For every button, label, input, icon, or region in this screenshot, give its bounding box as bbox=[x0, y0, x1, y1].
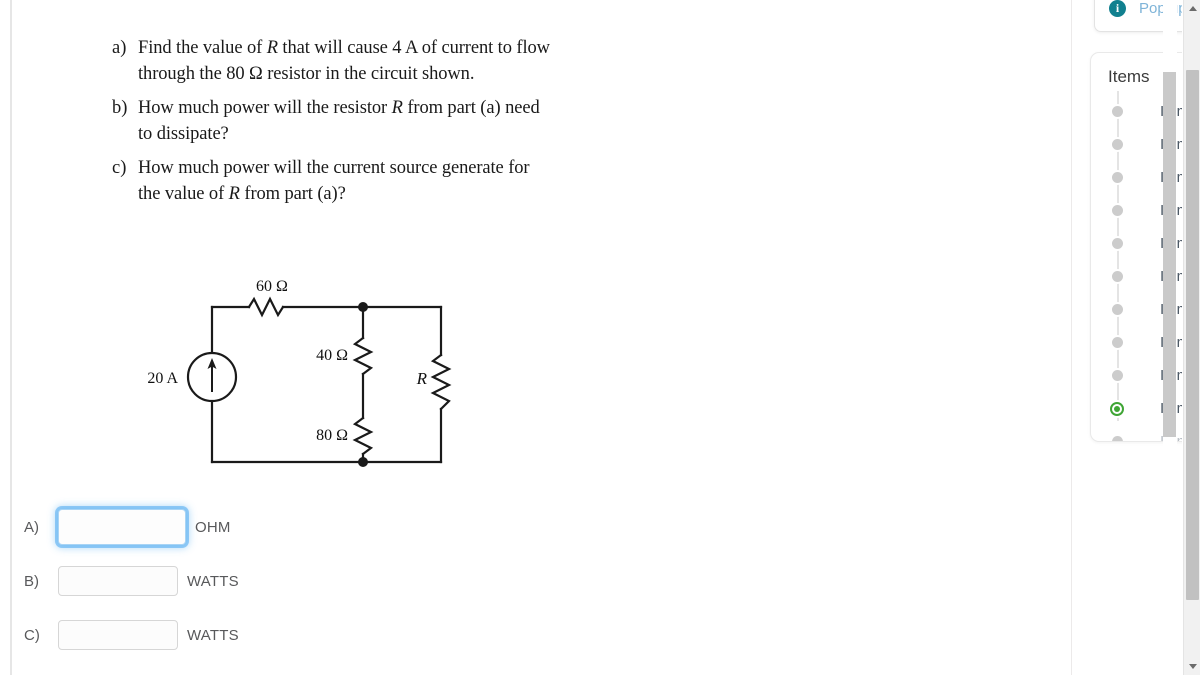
left-edge-divider bbox=[10, 0, 12, 675]
page-root: a) Find the value of R that will cause 4… bbox=[0, 0, 1200, 675]
answer-fields: A) OHM B) WATTS C) WATTS bbox=[24, 500, 444, 662]
question-label-a: a) bbox=[112, 38, 127, 58]
node-dot-top bbox=[358, 302, 368, 312]
item-marker-icon bbox=[1112, 337, 1123, 348]
answer-unit-c: WATTS bbox=[187, 626, 239, 644]
scroll-down-arrow-icon[interactable] bbox=[1184, 658, 1200, 675]
answer-letter-b: B) bbox=[24, 572, 39, 590]
question-item-a: a) Find the value of R that will cause 4… bbox=[112, 36, 552, 87]
question-text-a: Find the value of R that will cause 4 A … bbox=[138, 38, 550, 84]
answer-input-c[interactable] bbox=[58, 620, 178, 650]
scroll-up-arrow-icon[interactable] bbox=[1184, 0, 1200, 17]
answer-unit-a: OHM bbox=[195, 518, 231, 536]
label-40-ohm: 40 Ω bbox=[316, 347, 348, 364]
answer-row-a: A) OHM bbox=[24, 500, 444, 554]
node-dot-bottom bbox=[358, 457, 368, 467]
item-marker-icon bbox=[1112, 106, 1123, 117]
question-item-b: b) How much power will the resistor R fr… bbox=[112, 96, 552, 147]
resistor-60-ohm-symbol bbox=[247, 296, 285, 318]
label-current-source: 20 A bbox=[147, 370, 178, 387]
answer-row-c: C) WATTS bbox=[24, 608, 444, 662]
item-marker-icon bbox=[1112, 139, 1123, 150]
item-marker-icon bbox=[1112, 436, 1123, 441]
window-scrollbar-thumb[interactable] bbox=[1186, 70, 1199, 600]
answer-input-a[interactable] bbox=[58, 509, 186, 545]
answer-letter-c: C) bbox=[24, 626, 40, 644]
label-60-ohm: 60 Ω bbox=[256, 278, 288, 295]
selected-item-marker-icon bbox=[1110, 401, 1124, 416]
item-marker-icon bbox=[1112, 238, 1123, 249]
answer-letter-a: A) bbox=[24, 518, 39, 536]
item-marker-icon bbox=[1112, 172, 1123, 183]
question-text-c: How much power will the current source g… bbox=[138, 158, 530, 204]
item-marker-icon bbox=[1112, 304, 1123, 315]
window-scrollbar[interactable] bbox=[1183, 0, 1200, 675]
label-80-ohm: 80 Ω bbox=[316, 427, 348, 444]
item-marker-icon bbox=[1112, 370, 1123, 381]
question-text-b: How much power will the resistor R from … bbox=[138, 98, 540, 144]
item-marker-icon bbox=[1112, 205, 1123, 216]
answer-input-b[interactable] bbox=[58, 566, 178, 596]
answer-unit-b: WATTS bbox=[187, 572, 239, 590]
circuit-svg: 60 Ω 20 A 40 Ω 80 Ω R bbox=[147, 278, 452, 467]
resistor-R-symbol bbox=[430, 353, 452, 411]
item-marker-icon bbox=[1112, 271, 1123, 282]
resistor-80-ohm-symbol bbox=[352, 416, 374, 456]
answer-row-b: B) WATTS bbox=[24, 554, 444, 608]
resistor-40-ohm-symbol bbox=[352, 336, 374, 376]
question-item-c: c) How much power will the current sourc… bbox=[112, 156, 552, 207]
question-label-b: b) bbox=[112, 98, 128, 118]
question-label-c: c) bbox=[112, 158, 127, 178]
label-R: R bbox=[416, 369, 428, 388]
circuit-diagram: 60 Ω 20 A 40 Ω 80 Ω R bbox=[130, 278, 490, 488]
sidebar-scrollbar-thumb[interactable] bbox=[1163, 72, 1176, 437]
info-icon: i bbox=[1109, 0, 1126, 17]
question-block: a) Find the value of R that will cause 4… bbox=[112, 36, 552, 216]
